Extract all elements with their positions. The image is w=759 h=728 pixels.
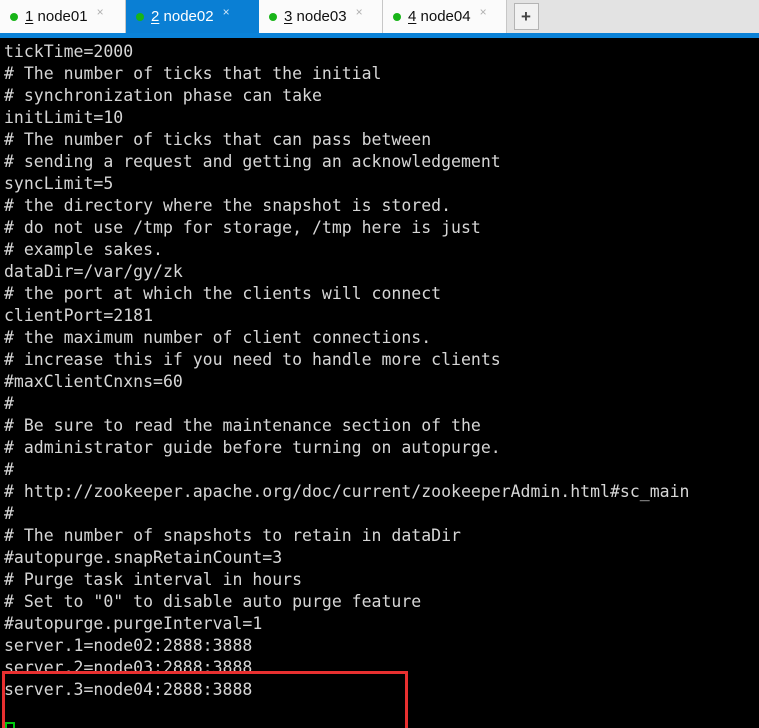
tab-node03-index: 3 (284, 8, 293, 25)
tab-bar-filler (545, 0, 759, 33)
terminal-line: # (4, 504, 14, 523)
terminal-screen[interactable]: tickTime=2000 # The number of ticks that … (0, 38, 759, 728)
close-icon[interactable]: × (223, 6, 230, 18)
tab-node02[interactable]: 2 node02 × (126, 0, 259, 33)
terminal-line: #maxClientCnxns=60 (4, 372, 183, 391)
terminal-line: server.3=node04:2888:3888 (4, 680, 253, 699)
terminal-line: # (4, 460, 14, 479)
terminal-line: # The number of ticks that the initial (4, 64, 382, 83)
terminal-line: server.1=node02:2888:3888 (4, 636, 253, 655)
tab-node01-name: node01 (37, 8, 88, 25)
terminal-line: # (4, 394, 14, 413)
tab-node04-name: node04 (420, 8, 471, 25)
terminal-line: #autopurge.purgeInterval=1 (4, 614, 263, 633)
terminal-line: # example sakes. (4, 240, 163, 259)
green-dot-icon (393, 12, 401, 21)
tab-node02-index: 2 (151, 8, 160, 25)
green-dot-icon (269, 12, 277, 21)
terminal-line: syncLimit=5 (4, 174, 114, 193)
tab-node03-label: 3 node03 (284, 8, 347, 25)
terminal-text: tickTime=2000 # The number of ticks that … (4, 41, 689, 701)
terminal-line: # the maximum number of client connectio… (4, 328, 432, 347)
tab-node01-index: 1 (25, 8, 34, 25)
close-icon[interactable]: × (480, 6, 487, 18)
terminal-line: # The number of ticks that can pass betw… (4, 130, 432, 149)
terminal-line: # Be sure to read the maintenance sectio… (4, 416, 481, 435)
text-cursor (5, 722, 15, 728)
tab-node04-label: 4 node04 (408, 8, 471, 25)
close-icon[interactable]: × (356, 6, 363, 18)
terminal-line: # administrator guide before turning on … (4, 438, 501, 457)
terminal-line: # the directory where the snapshot is st… (4, 196, 452, 215)
green-dot-icon (136, 12, 144, 21)
terminal-line: # do not use /tmp for storage, /tmp here… (4, 218, 481, 237)
terminal-line: # the port at which the clients will con… (4, 284, 442, 303)
green-dot-icon (10, 12, 18, 21)
terminal-line: clientPort=2181 (4, 306, 154, 325)
terminal-line: server.2=node03:2888:3888 (4, 658, 253, 677)
terminal-line: # sending a request and getting an ackno… (4, 152, 501, 171)
terminal-line: # Set to "0" to disable auto purge featu… (4, 592, 422, 611)
tab-node02-label: 2 node02 (151, 8, 214, 25)
new-tab-button[interactable]: + (513, 3, 539, 30)
tab-bar: 1 node01 × 2 node02 × 3 node03 × 4 node0… (0, 0, 759, 33)
tab-node04[interactable]: 4 node04 × (383, 0, 507, 33)
terminal-line: initLimit=10 (4, 108, 124, 127)
tab-node02-name: node02 (163, 8, 214, 25)
terminal-line: # The number of snapshots to retain in d… (4, 526, 461, 545)
tab-node01[interactable]: 1 node01 × (0, 0, 126, 33)
terminal-line: dataDir=/var/gy/zk (4, 262, 183, 281)
terminal-line: tickTime=2000 (4, 42, 134, 61)
terminal-line: # Purge task interval in hours (4, 570, 303, 589)
terminal-line: # increase this if you need to handle mo… (4, 350, 501, 369)
terminal-line: #autopurge.snapRetainCount=3 (4, 548, 283, 567)
tab-node01-label: 1 node01 (25, 8, 88, 25)
terminal-line: # http://zookeeper.apache.org/doc/curren… (4, 482, 690, 501)
tab-node03-name: node03 (296, 8, 347, 25)
close-icon[interactable]: × (97, 6, 104, 18)
tab-node03[interactable]: 3 node03 × (259, 0, 383, 33)
new-tab-area: + (507, 0, 545, 33)
tab-node04-index: 4 (408, 8, 417, 25)
terminal-line: # synchronization phase can take (4, 86, 322, 105)
